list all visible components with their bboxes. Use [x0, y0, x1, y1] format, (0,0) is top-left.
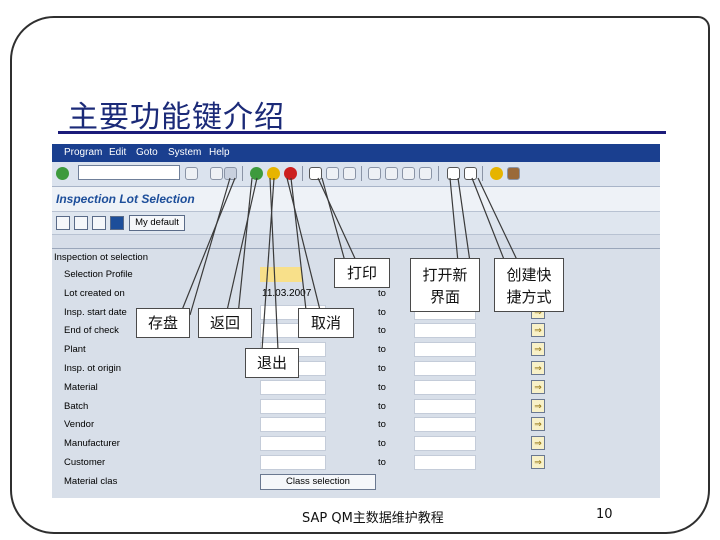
callout-print: 打印	[334, 258, 390, 288]
callout-new-session: 打开新界面	[410, 258, 480, 312]
callout-create-shortcut: 创建快捷方式	[494, 258, 564, 312]
callout-back: 返回	[198, 308, 252, 338]
callout-cancel: 取消	[298, 308, 354, 338]
callout-save: 存盘	[136, 308, 190, 338]
callout-exit: 退出	[245, 348, 299, 378]
page-number: 10	[596, 507, 613, 522]
footer-text: SAP QM主数据维护教程	[302, 511, 444, 526]
